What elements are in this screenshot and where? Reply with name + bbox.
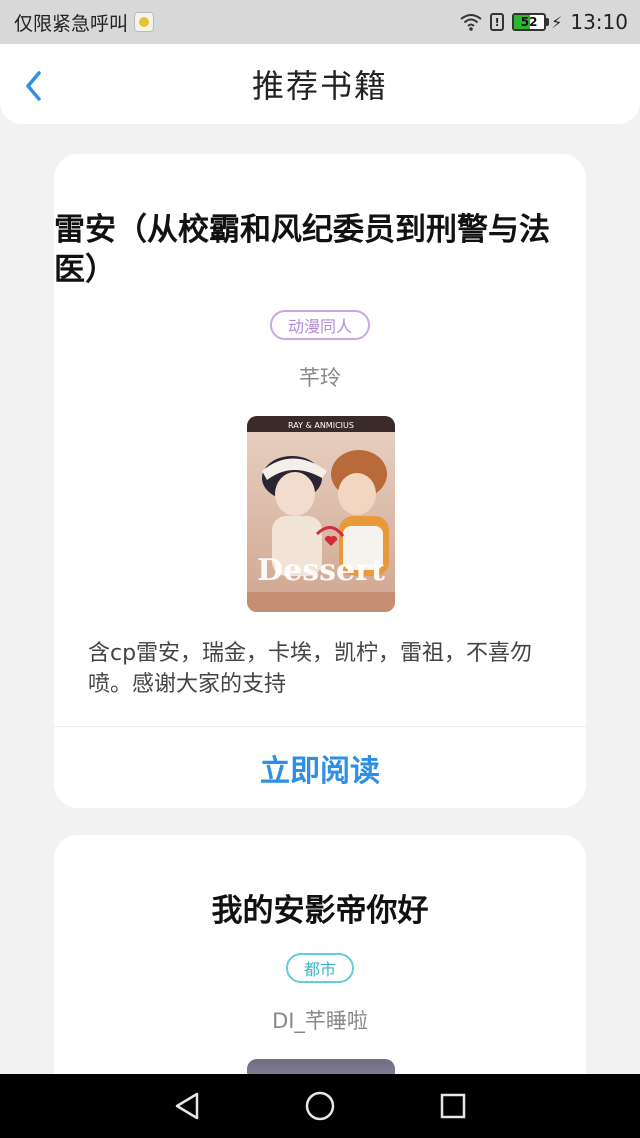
cover-title-art: Dessert: [257, 553, 385, 588]
triangle-back-icon: [175, 1092, 198, 1120]
charging-icon: ⚡: [551, 12, 563, 32]
book-cover-art: RAY & ANMICIUS Dessert: [247, 416, 395, 612]
book-title: 雷安（从校霸和风纪委员到刑警与法医）: [54, 212, 550, 288]
chevron-left-icon: [26, 71, 41, 101]
book-cover[interactable]: RAY & ANMICIUS Dessert: [247, 416, 395, 612]
status-right: ! 52 ⚡ 13:10: [460, 10, 628, 34]
author-name: 芊玲: [299, 366, 341, 390]
cover-caption: RAY & ANMICIUS: [288, 421, 354, 430]
carrier-text: 仅限紧急呼叫: [14, 12, 129, 35]
back-button[interactable]: [18, 70, 50, 102]
sim-alert-icon: !: [490, 13, 505, 31]
navigation-bar: [0, 1074, 640, 1138]
clock: 13:10: [570, 10, 628, 34]
book-description: 含cp雷安，瑞金，卡埃，凯柠，雷祖，不喜勿喷。感谢大家的支持: [88, 641, 533, 697]
battery-icon: 52 ⚡: [512, 13, 562, 32]
genre-badge: 动漫同人: [269, 310, 371, 340]
status-bar: 仅限紧急呼叫 ! 52 ⚡ 13:10: [0, 0, 640, 44]
page-title: 推荐书籍: [251, 67, 388, 105]
square-recents-icon: [441, 1093, 466, 1119]
wifi-icon: [460, 14, 482, 31]
home-nav-button[interactable]: [300, 1086, 340, 1126]
genre-badge: 都市: [285, 953, 355, 983]
circle-home-icon: [305, 1091, 335, 1121]
app-notification-icon: [134, 12, 155, 32]
book-title: 我的安影帝你好: [211, 893, 429, 929]
book-card: 雷安（从校霸和风纪委员到刑警与法医） 动漫同人 芊玲 RAY & ANMICIU…: [54, 154, 586, 808]
battery-level: 52: [520, 15, 538, 29]
header: 推荐书籍: [0, 44, 640, 124]
back-nav-button[interactable]: [167, 1086, 207, 1126]
status-left: 仅限紧急呼叫: [14, 9, 155, 36]
recents-nav-button[interactable]: [433, 1086, 473, 1126]
read-now-button[interactable]: 立即阅读: [54, 727, 586, 808]
author-name: DI_芊睡啦: [272, 1009, 368, 1033]
